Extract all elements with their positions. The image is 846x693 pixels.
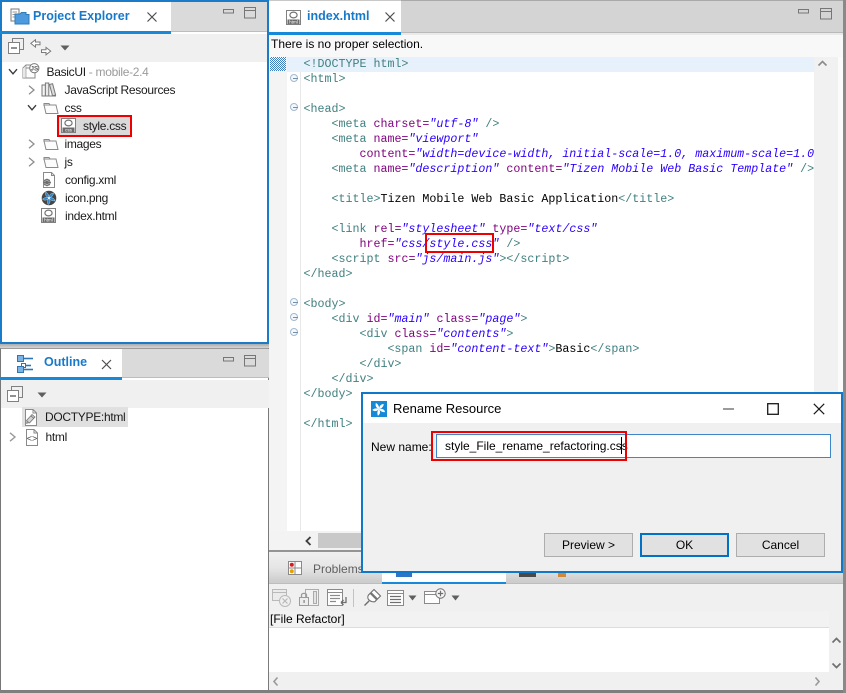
svg-text:html: html [289,19,298,24]
svg-text:html: html [44,217,53,222]
svg-text:<>: <> [27,434,38,444]
svg-text:JS: JS [31,66,39,73]
